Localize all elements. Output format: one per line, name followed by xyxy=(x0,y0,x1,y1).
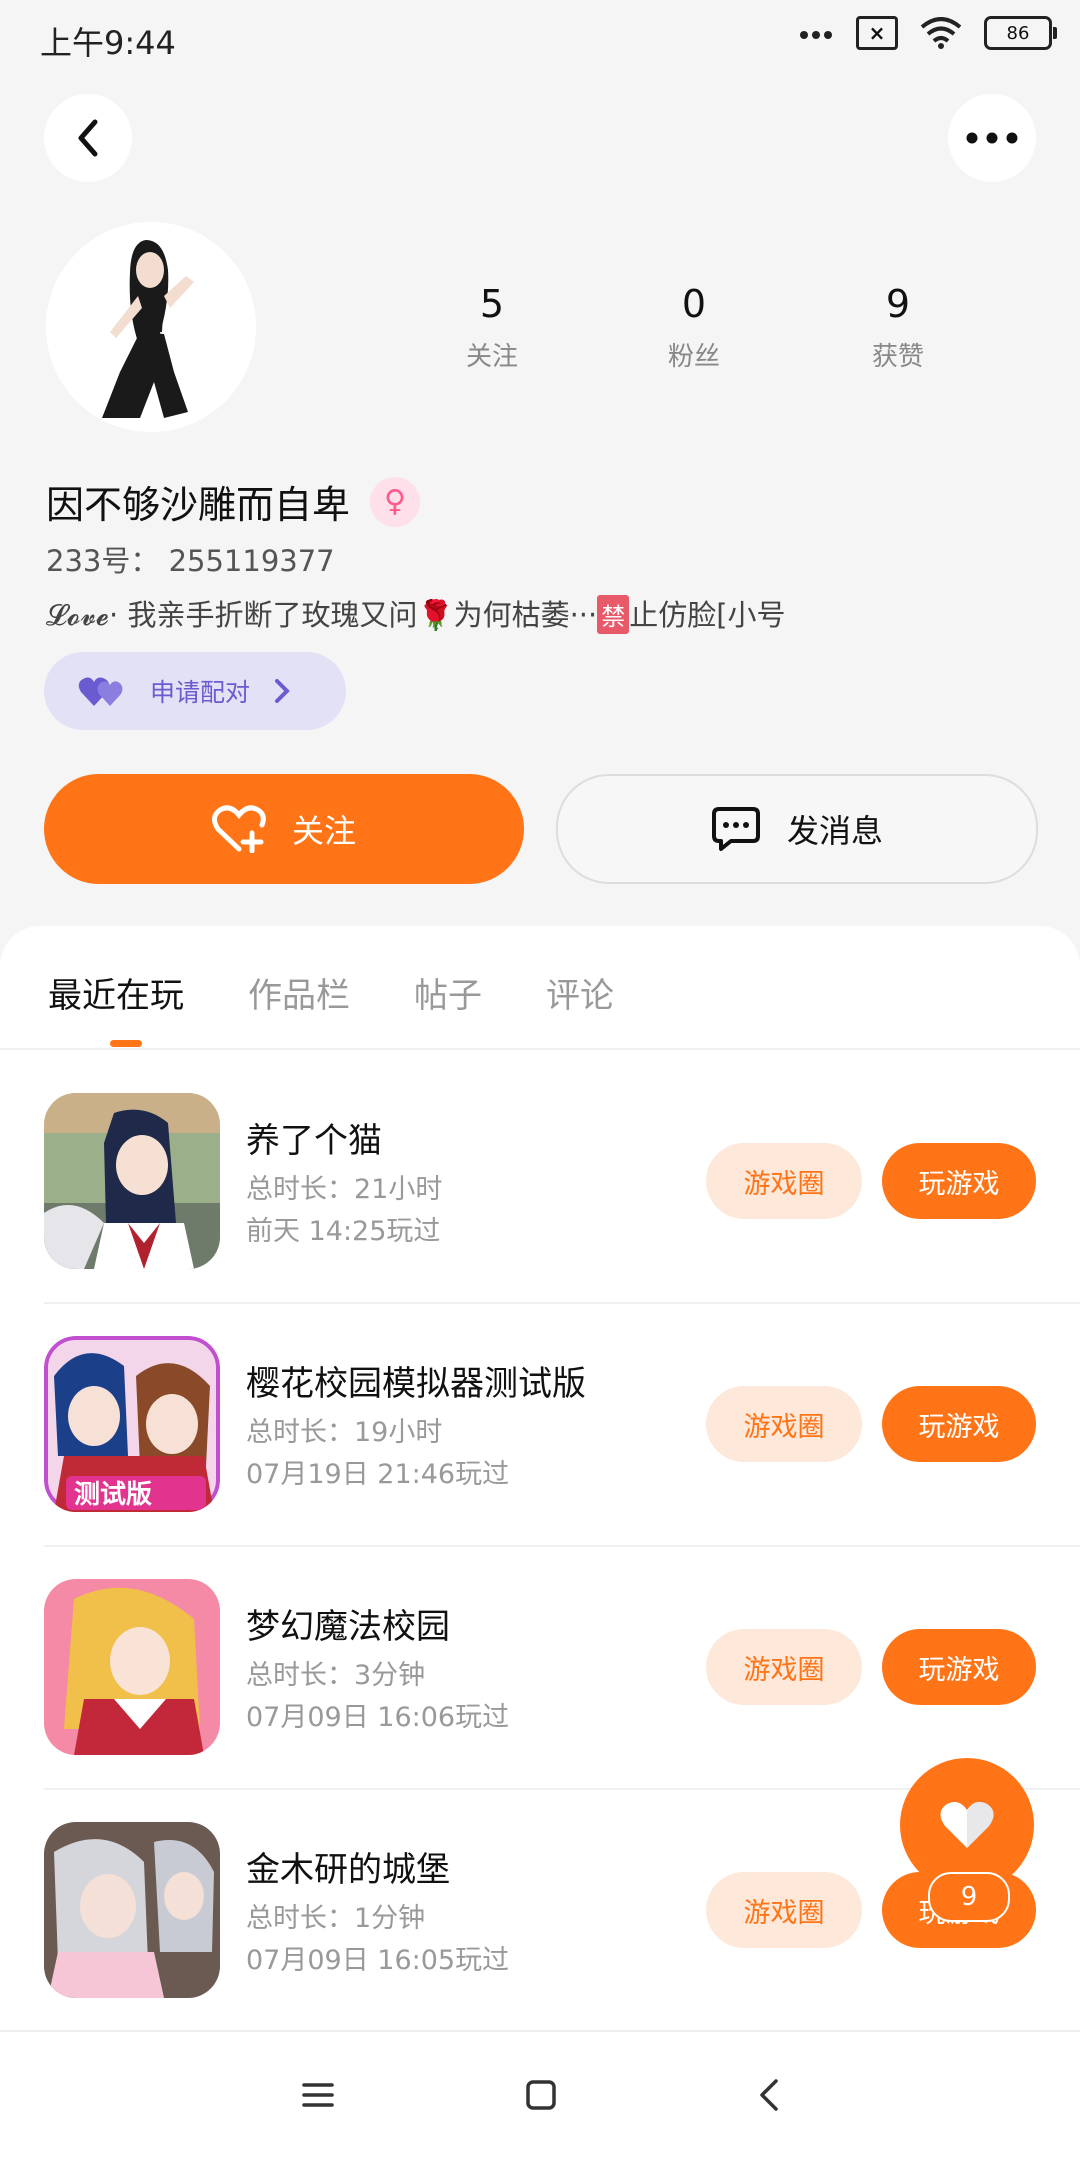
likes-count: 9 xyxy=(885,282,911,326)
game-title: 樱花校园模拟器测试版 xyxy=(246,1364,586,1404)
tab-posts[interactable]: 帖子 xyxy=(414,968,482,1017)
play-game-button[interactable]: 玩游戏 xyxy=(882,1386,1036,1462)
likes-label: 获赞 xyxy=(871,342,924,372)
game-castle-artwork xyxy=(44,1822,220,1998)
tab-comments[interactable]: 评论 xyxy=(546,968,614,1017)
game-duration: 总时长：1分钟 xyxy=(246,1903,426,1934)
avatar[interactable] xyxy=(46,222,256,432)
profile-tabs: 最近在玩 作品栏 帖子 评论 xyxy=(48,968,614,1017)
game-last-played: 前天 14:25玩过 xyxy=(246,1216,441,1247)
bio-text-prefix: 𝓛𝓸𝓿𝓮· 我亲手折断了玫瑰又问🌹为何枯萎··· xyxy=(46,598,598,632)
user-id: 233号： 255119377 xyxy=(46,544,335,578)
home-icon[interactable] xyxy=(526,2080,556,2110)
row-divider xyxy=(44,1302,1080,1304)
nickname: 因不够沙雕而自卑 xyxy=(46,483,351,527)
battery-icon: 86 xyxy=(984,16,1057,50)
back-arrow-icon xyxy=(78,119,98,157)
stat-fans[interactable]: 0 粉丝 xyxy=(614,282,774,373)
nav-back-icon[interactable] xyxy=(758,2078,780,2112)
play-game-button[interactable]: 玩游戏 xyxy=(882,1143,1036,1219)
game-last-played: 07月09日 16:06玩过 xyxy=(246,1702,510,1733)
avatar-character-image xyxy=(46,222,256,432)
bio-ban-badge: 禁 xyxy=(597,595,630,634)
menu-icon[interactable] xyxy=(302,2082,334,2108)
message-label: 发消息 xyxy=(786,812,883,850)
gender-female-icon: ♀ xyxy=(370,476,421,527)
follow-label: 关注 xyxy=(291,812,356,850)
heart-icon xyxy=(940,1802,994,1848)
tabs-divider xyxy=(0,1048,1080,1050)
game-title: 梦幻魔法校园 xyxy=(246,1607,450,1647)
tab-recent-play[interactable]: 最近在玩 xyxy=(48,968,184,1017)
row-divider xyxy=(44,1545,1080,1547)
stat-likes[interactable]: 9 获赞 xyxy=(818,282,978,373)
game-row[interactable]: 测试版 樱花校园模拟器测试版 总时长：19小时 07月19日 21:46玩过 游… xyxy=(44,1336,1080,1514)
game-duration: 总时长：3分钟 xyxy=(246,1660,426,1691)
following-count: 5 xyxy=(479,282,505,326)
heart-plus-icon xyxy=(211,805,266,853)
status-icons: × 86 xyxy=(798,16,1057,50)
chevron-right-icon xyxy=(275,679,290,703)
system-nav-bar xyxy=(0,2030,1080,2162)
game-icon xyxy=(44,1579,220,1755)
game-last-played: 07月09日 16:05玩过 xyxy=(246,1945,510,1976)
game-duration: 总时长：19小时 xyxy=(246,1417,443,1448)
game-title: 金木研的城堡 xyxy=(246,1850,450,1890)
following-label: 关注 xyxy=(465,342,518,372)
nickname-row: 因不够沙雕而自卑 ♀ xyxy=(46,474,421,529)
game-duration: 总时长：21小时 xyxy=(246,1174,443,1205)
bio-text-suffix: 止仿脸[小号 xyxy=(629,598,786,632)
wifi-icon xyxy=(920,17,962,49)
pair-request-button[interactable]: 申请配对 xyxy=(44,652,346,730)
game-row[interactable]: 梦幻魔法校园 总时长：3分钟 07月09日 16:06玩过 游戏圈 玩游戏 xyxy=(44,1579,1080,1757)
game-circle-button[interactable]: 游戏圈 xyxy=(706,1386,862,1462)
game-magic-artwork xyxy=(44,1579,220,1755)
more-horizontal-icon xyxy=(966,132,1018,144)
bio: 𝓛𝓸𝓿𝓮· 我亲手折断了玫瑰又问🌹为何枯萎··· 禁止仿脸[小号 xyxy=(46,592,786,634)
follow-button[interactable]: 关注 xyxy=(44,774,524,884)
game-circle-button[interactable]: 游戏圈 xyxy=(706,1629,862,1705)
game-icon-label: 测试版 xyxy=(74,1480,153,1510)
message-button[interactable]: 发消息 xyxy=(556,774,1038,884)
more-dots-icon xyxy=(798,24,834,43)
game-circle-button[interactable]: 游戏圈 xyxy=(706,1872,862,1948)
like-count-badge: 9 xyxy=(928,1872,1010,1922)
double-heart-icon xyxy=(78,677,123,706)
fans-label: 粉丝 xyxy=(667,342,720,372)
no-sim-icon: × xyxy=(856,16,898,50)
fans-count: 0 xyxy=(681,282,707,326)
status-time: 上午9:44 xyxy=(40,24,176,62)
game-title: 养了个猫 xyxy=(246,1121,382,1161)
more-button[interactable] xyxy=(948,94,1036,182)
game-row[interactable]: 养了个猫 总时长：21小时 前天 14:25玩过 游戏圈 玩游戏 xyxy=(44,1093,1080,1271)
game-cat-artwork xyxy=(44,1093,220,1269)
pair-label: 申请配对 xyxy=(150,678,251,707)
stat-following[interactable]: 5 关注 xyxy=(412,282,572,373)
game-last-played: 07月19日 21:46玩过 xyxy=(246,1459,510,1490)
game-circle-button[interactable]: 游戏圈 xyxy=(706,1143,862,1219)
game-icon xyxy=(44,1822,220,1998)
game-icon: 测试版 xyxy=(44,1336,220,1512)
active-tab-indicator xyxy=(110,1040,142,1047)
back-button[interactable] xyxy=(44,94,132,182)
chat-bubble-icon xyxy=(711,807,760,851)
play-game-button[interactable]: 玩游戏 xyxy=(882,1629,1036,1705)
game-icon xyxy=(44,1093,220,1269)
tab-works[interactable]: 作品栏 xyxy=(248,968,350,1017)
